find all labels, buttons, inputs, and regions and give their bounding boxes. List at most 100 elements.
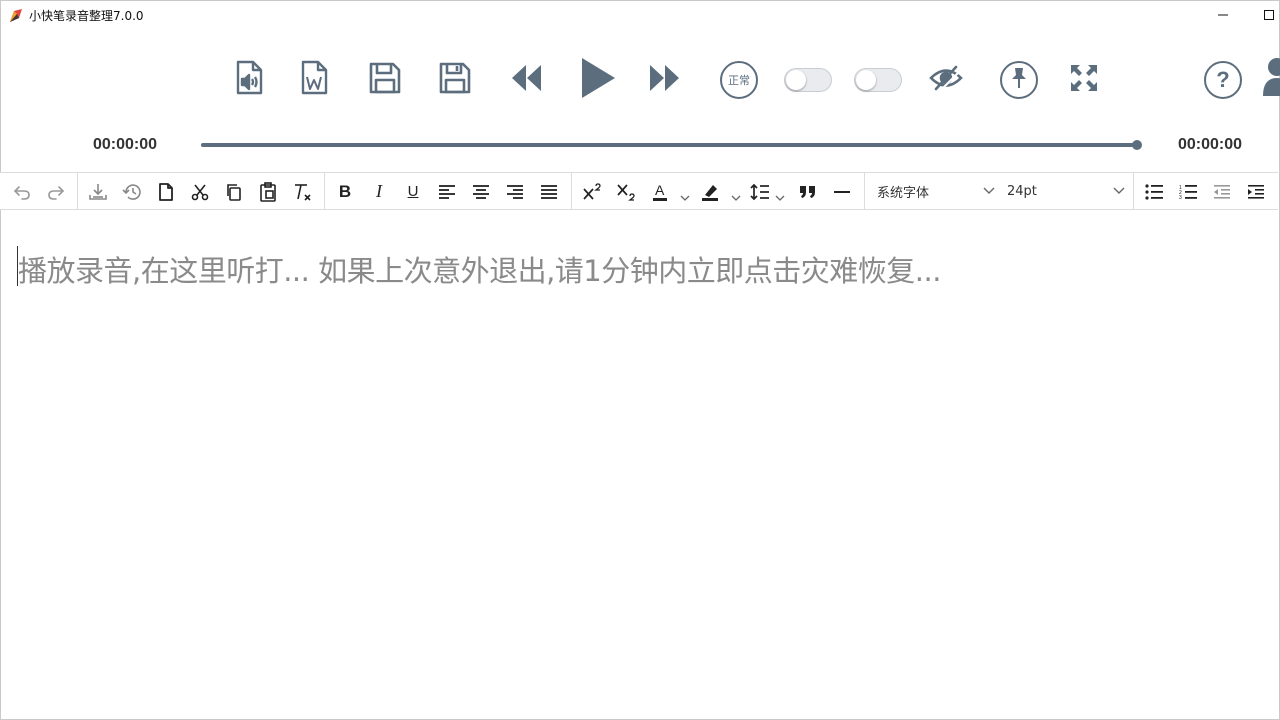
fast-forward-button[interactable] bbox=[644, 60, 684, 100]
clear-format-button[interactable] bbox=[287, 173, 317, 210]
blockquote-button[interactable] bbox=[793, 173, 823, 210]
font-family-value: 系统字体 bbox=[877, 186, 930, 201]
word-file-icon bbox=[298, 60, 330, 100]
chevron-down-icon[interactable] bbox=[775, 187, 785, 206]
line-height-button[interactable] bbox=[745, 173, 775, 210]
minimize-button[interactable] bbox=[1200, 0, 1246, 30]
chevron-down-icon bbox=[983, 184, 995, 199]
play-button[interactable] bbox=[574, 56, 620, 104]
superscript-icon bbox=[582, 182, 602, 201]
indent-icon bbox=[1247, 184, 1265, 200]
italic-button[interactable]: I bbox=[364, 173, 394, 210]
rewind-button[interactable] bbox=[507, 60, 547, 100]
undo-button[interactable] bbox=[7, 173, 37, 210]
app-logo-icon bbox=[8, 8, 24, 24]
eye-slash-icon bbox=[928, 63, 964, 97]
new-document-icon bbox=[158, 182, 174, 201]
undo-icon bbox=[13, 183, 31, 201]
pin-button[interactable] bbox=[1000, 61, 1038, 99]
font-color-icon: A bbox=[651, 182, 669, 202]
font-size-value: 24pt bbox=[1007, 184, 1037, 199]
separator bbox=[864, 173, 865, 210]
toggle-switch-2[interactable] bbox=[854, 68, 902, 92]
redo-button[interactable] bbox=[41, 173, 71, 210]
outdent-icon bbox=[1213, 184, 1231, 200]
align-left-icon bbox=[438, 184, 456, 200]
progress-handle[interactable] bbox=[1132, 140, 1142, 150]
bulleted-list-icon bbox=[1145, 183, 1163, 200]
numbered-list-button[interactable]: 123 bbox=[1173, 173, 1203, 210]
subscript-icon bbox=[616, 183, 636, 201]
font-family-select[interactable]: 系统字体 bbox=[877, 173, 995, 210]
outdent-button[interactable] bbox=[1207, 173, 1237, 210]
numbered-list-icon: 123 bbox=[1179, 184, 1197, 200]
playback-speed-button[interactable]: 正常 bbox=[720, 61, 758, 99]
expand-arrows-icon bbox=[1069, 63, 1099, 97]
history-icon bbox=[122, 183, 142, 201]
font-color-button[interactable]: A bbox=[645, 173, 675, 210]
save-button[interactable] bbox=[366, 60, 404, 100]
bold-button[interactable]: B bbox=[330, 173, 360, 210]
underline-icon: U bbox=[407, 183, 419, 200]
new-document-button[interactable] bbox=[151, 173, 181, 210]
import-button[interactable] bbox=[83, 173, 113, 210]
user-icon bbox=[1262, 58, 1280, 100]
fast-forward-icon bbox=[647, 63, 681, 97]
copy-button[interactable] bbox=[219, 173, 249, 210]
bulleted-list-button[interactable] bbox=[1139, 173, 1169, 210]
fullscreen-button[interactable] bbox=[1066, 62, 1102, 98]
superscript-button[interactable] bbox=[577, 173, 607, 210]
save-icon bbox=[368, 61, 402, 99]
save-as-button[interactable] bbox=[436, 60, 474, 100]
download-tray-icon bbox=[89, 183, 107, 201]
align-right-icon bbox=[506, 184, 524, 200]
separator bbox=[571, 173, 572, 210]
redo-icon bbox=[47, 183, 65, 201]
bold-icon: B bbox=[338, 181, 352, 201]
align-center-button[interactable] bbox=[466, 173, 496, 210]
toggle-knob bbox=[786, 70, 806, 90]
minimize-icon bbox=[1217, 6, 1229, 25]
align-left-button[interactable] bbox=[432, 173, 462, 210]
maximize-button[interactable] bbox=[1246, 0, 1280, 30]
horizontal-rule-button[interactable] bbox=[827, 173, 857, 210]
subscript-button[interactable] bbox=[611, 173, 641, 210]
cut-button[interactable] bbox=[185, 173, 215, 210]
toggle-switch-1[interactable] bbox=[784, 68, 832, 92]
history-button[interactable] bbox=[117, 173, 147, 210]
chevron-down-icon bbox=[1113, 184, 1125, 199]
open-audio-button[interactable] bbox=[231, 60, 267, 100]
user-button[interactable] bbox=[1262, 58, 1280, 100]
clipboard-icon bbox=[259, 181, 277, 202]
window-title: 小快笔录音整理7.0.0 bbox=[29, 9, 144, 23]
hide-button[interactable] bbox=[926, 62, 966, 98]
indent-button[interactable] bbox=[1241, 173, 1271, 210]
align-justify-button[interactable] bbox=[534, 173, 564, 210]
chevron-down-icon[interactable] bbox=[680, 187, 690, 206]
title-bar: 小快笔录音整理7.0.0 bbox=[0, 0, 1280, 30]
underline-button[interactable]: U bbox=[398, 173, 428, 210]
total-time: 00:00:00 bbox=[1178, 136, 1243, 153]
align-right-button[interactable] bbox=[500, 173, 530, 210]
help-button[interactable]: ? bbox=[1204, 61, 1242, 99]
font-size-select[interactable]: 24pt bbox=[1007, 173, 1125, 210]
audio-file-icon bbox=[233, 60, 265, 100]
paste-button[interactable] bbox=[253, 173, 283, 210]
chevron-down-icon[interactable] bbox=[731, 187, 741, 206]
svg-text:A: A bbox=[655, 182, 665, 198]
maximize-icon bbox=[1263, 6, 1275, 25]
italic-icon: I bbox=[376, 181, 382, 201]
progress-bar[interactable] bbox=[201, 140, 1142, 150]
align-center-icon bbox=[472, 184, 490, 200]
toggle-knob bbox=[856, 70, 876, 90]
highlight-button[interactable] bbox=[695, 173, 725, 210]
editor-toolbar: B I U A 系统字体 24pt 1 2 3 bbox=[0, 172, 1278, 210]
clear-format-icon bbox=[292, 182, 312, 202]
separator bbox=[324, 173, 325, 210]
open-word-button[interactable] bbox=[296, 60, 332, 100]
speed-label: 正常 bbox=[728, 74, 750, 87]
editor-placeholder: 播放录音,在这里听打... 如果上次意外退出,请1分钟内立即点击灾难恢复... bbox=[18, 254, 941, 288]
separator bbox=[77, 173, 78, 210]
highlighter-icon bbox=[700, 182, 720, 202]
progress-fill bbox=[201, 143, 1137, 147]
